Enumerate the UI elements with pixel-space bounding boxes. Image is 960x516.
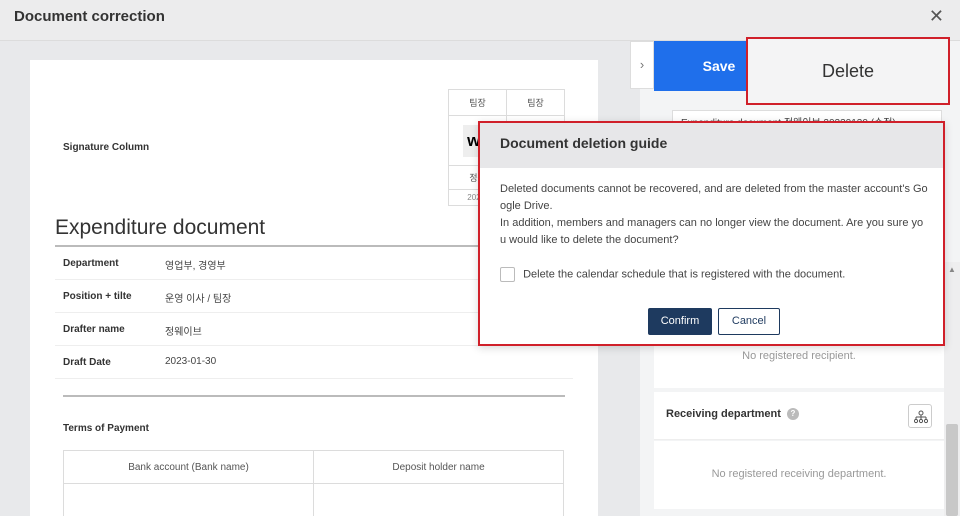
calendar-delete-label: Delete the calendar schedule that is reg… — [523, 268, 846, 281]
field-row-draft-date: Draft Date 2023-01-30 — [55, 346, 573, 379]
org-chart-button[interactable] — [908, 404, 932, 428]
calendar-delete-checkbox[interactable] — [500, 267, 515, 282]
bank-table: Bank account (Bank name) Deposit holder … — [63, 450, 564, 516]
field-value: 영업부, 경영부 — [165, 261, 226, 272]
cancel-button[interactable]: Cancel — [718, 308, 780, 335]
field-value: 2023-01-30 — [165, 356, 217, 367]
scrollbar-thumb[interactable] — [946, 424, 958, 516]
receiving-department-title: Receiving department ? — [666, 408, 799, 421]
receiving-department-label: Receiving department — [666, 408, 781, 420]
no-receiving-department-text: No registered receiving department. — [711, 468, 887, 480]
receiving-department-card: No registered receiving department. — [654, 441, 944, 509]
scroll-up-arrow[interactable]: ▲ — [944, 262, 960, 278]
signature-header-2: 팀장 — [506, 89, 565, 116]
collapse-panel-button[interactable]: › — [630, 41, 654, 89]
field-value: 운영 이사 / 팀장 — [165, 294, 232, 305]
calendar-delete-option[interactable]: Delete the calendar schedule that is reg… — [500, 267, 845, 282]
field-label: Department — [63, 258, 119, 269]
confirm-button[interactable]: Confirm — [648, 308, 712, 335]
signature-column-label: Signature Column — [63, 142, 150, 153]
field-label: Drafter name — [63, 324, 125, 335]
chevron-right-icon: › — [639, 57, 645, 72]
org-chart-icon — [914, 410, 928, 424]
dialog-body: Deleted documents cannot be recovered, a… — [500, 181, 928, 249]
field-label: Draft Date — [63, 357, 111, 368]
dialog-header: Document deletion guide — [480, 123, 943, 168]
section-divider — [63, 395, 565, 397]
bank-account-header: Bank account (Bank name) — [63, 450, 314, 484]
dialog-title: Document deletion guide — [500, 135, 668, 151]
document-title: Expenditure document — [55, 216, 266, 239]
deposit-holder-header: Deposit holder name — [313, 450, 564, 484]
field-label: Position + tilte — [63, 291, 132, 302]
bank-account-cell[interactable] — [63, 483, 314, 516]
field-value: 정웨이브 — [165, 327, 202, 338]
terms-of-payment-label: Terms of Payment — [63, 423, 149, 434]
top-bar: Document correction ✕ — [0, 0, 960, 41]
signature-header-1: 팀장 — [448, 89, 507, 116]
delete-confirmation-dialog: Document deletion guide Deleted document… — [478, 121, 945, 346]
receiving-department-header: Receiving department ? — [654, 392, 944, 440]
no-recipient-text: No registered recipient. — [742, 350, 856, 362]
help-icon[interactable]: ? — [786, 408, 799, 421]
delete-button[interactable]: Delete — [746, 37, 950, 105]
close-icon[interactable]: ✕ — [929, 6, 944, 27]
deposit-holder-cell[interactable] — [313, 483, 564, 516]
dialog-body-line-2: In addition, members and managers can no… — [500, 217, 924, 246]
page-title: Document correction — [14, 8, 165, 25]
dialog-body-line-1: Deleted documents cannot be recovered, a… — [500, 183, 928, 212]
